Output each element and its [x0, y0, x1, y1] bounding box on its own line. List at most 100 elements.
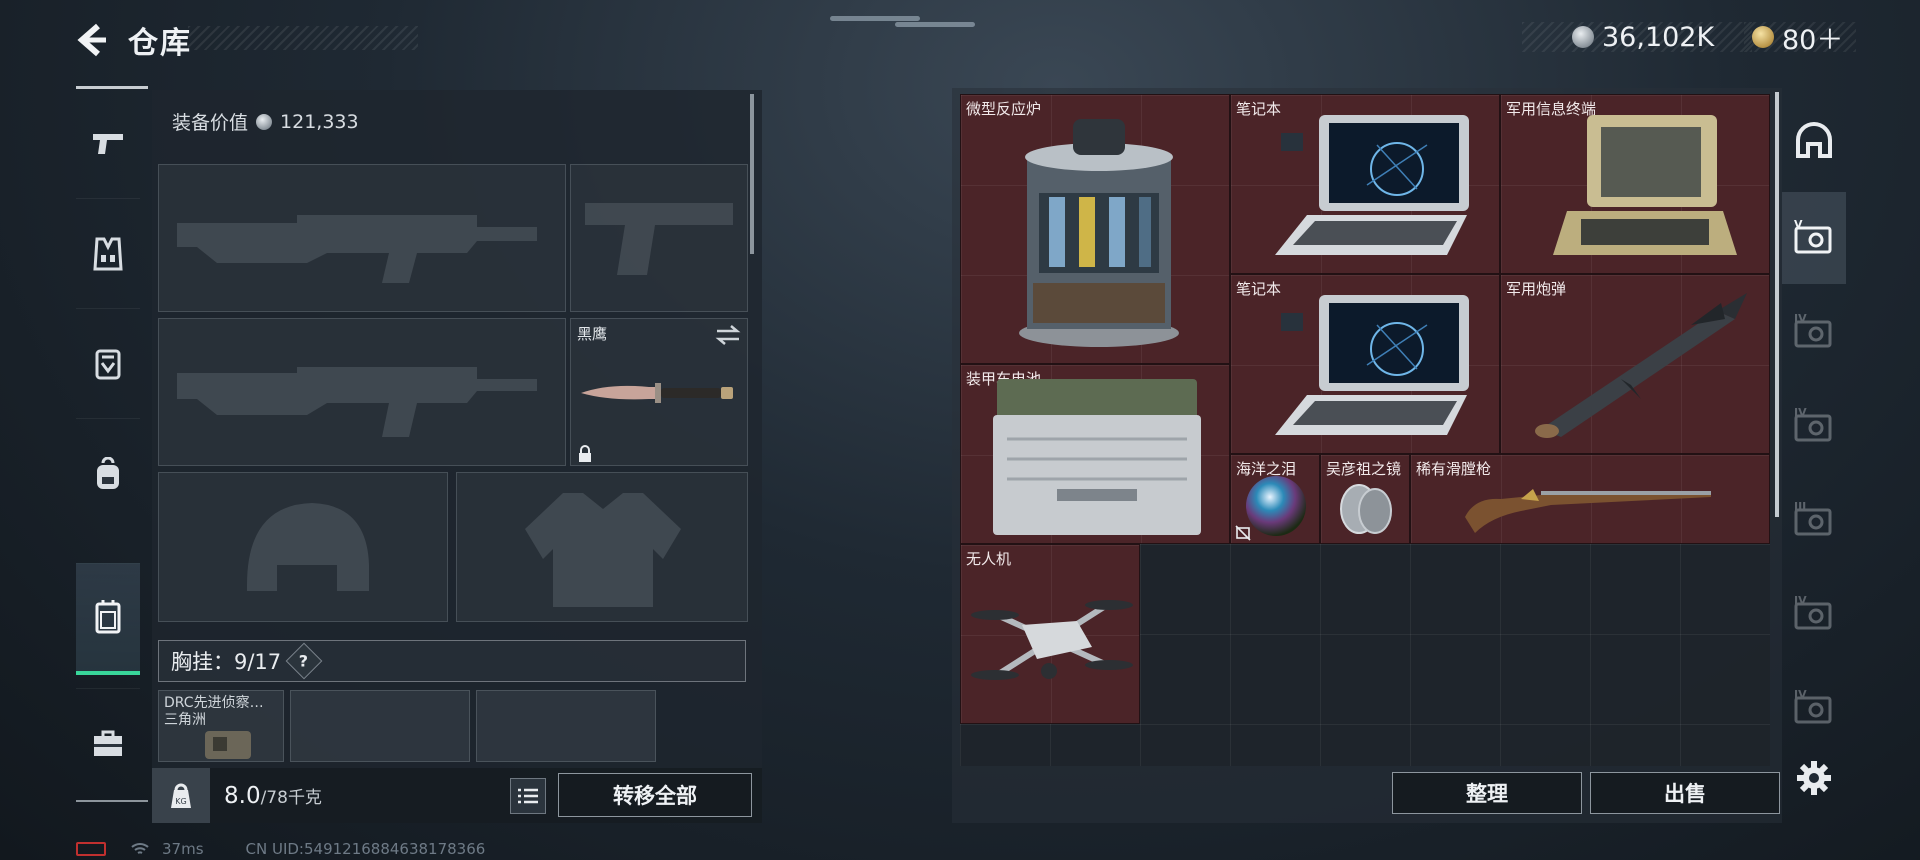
vest-icon	[93, 237, 123, 270]
stash-item-musket[interactable]: 稀有滑膛枪	[1410, 454, 1770, 544]
stash-item-drone[interactable]: 无人机	[960, 544, 1140, 724]
stash-tab-4[interactable]: IV	[1782, 286, 1846, 378]
silver-coin-icon	[256, 113, 273, 130]
nav-tab-chest-rig[interactable]	[76, 563, 140, 675]
stash-item-vehicle-battery[interactable]: 装甲车电池	[960, 364, 1230, 544]
status-bar: 37ms CN UID:5491216884638178366	[76, 838, 485, 860]
user-uid: CN UID:5491216884638178366	[245, 840, 486, 858]
primary-weapon-slot[interactable]	[158, 164, 566, 312]
pouch-item-text: DRC先进侦察… 三角洲	[164, 695, 264, 729]
stash-tabs: V IV IV III IV IV	[1782, 96, 1846, 756]
item-name: 无人机	[966, 550, 1012, 568]
stash-tab-4b[interactable]: IV	[1782, 380, 1846, 472]
stash-tab-4d[interactable]: IV	[1782, 662, 1846, 754]
help-button[interactable]: ?	[285, 642, 323, 680]
chest-rig-capacity: 胸挂：9/17 ?	[158, 640, 746, 682]
tab-tier: IV	[1794, 688, 1807, 701]
tab-tier: IV	[1794, 594, 1807, 607]
transfer-all-button[interactable]: 转移全部	[558, 773, 752, 817]
equipment-value: 装备价值 121,333	[172, 108, 359, 135]
nav-divider	[76, 800, 148, 802]
backpack-icon	[97, 456, 119, 489]
nav-tab-weapons[interactable]	[76, 88, 140, 198]
battery-icon	[76, 842, 106, 856]
ping-value: 37ms	[162, 840, 204, 858]
stash-item-laptop[interactable]: 笔记本	[1230, 94, 1500, 274]
sort-button[interactable]: 整理	[1392, 772, 1582, 814]
case-tab-icon: IV	[1794, 406, 1832, 442]
svg-text:KG: KG	[175, 797, 186, 806]
toolbox-icon	[94, 730, 122, 756]
drone-icon	[971, 600, 1133, 680]
melee-slot[interactable]: 黑鹰	[570, 318, 748, 466]
helmet-silhouette-icon	[247, 503, 369, 591]
gold-currency[interactable]: 80＋	[1744, 22, 1856, 56]
case-tab-icon: IV	[1794, 594, 1832, 630]
swap-icon[interactable]	[715, 325, 741, 345]
case-tab-icon: III	[1794, 500, 1832, 536]
equipment-scrollbar[interactable]	[750, 94, 754, 254]
sell-button[interactable]: 出售	[1590, 772, 1780, 814]
stash-tab-3[interactable]: III	[1782, 474, 1846, 566]
gear-icon	[1797, 761, 1831, 795]
stash-grid: 微型反应炉 笔记本 军用信息终端 笔记本 军用炮弹 海洋之泪 吴彦祖之镜 稀有滑…	[960, 94, 1770, 766]
weight-readout: 8.0/78千克	[224, 783, 322, 809]
nav-tab-armor[interactable]	[76, 308, 140, 418]
title-hatch-decoration	[188, 26, 418, 50]
sidearm-slot[interactable]	[570, 164, 748, 312]
helmet-slot[interactable]	[158, 472, 448, 622]
stash-tab-main[interactable]	[1782, 96, 1846, 188]
back-arrow-icon	[77, 23, 106, 57]
pouch-slot[interactable]	[476, 690, 656, 762]
weight-current: 8.0	[224, 782, 261, 809]
tab-tier: IV	[1794, 406, 1807, 419]
weight-icon: KG	[152, 768, 210, 823]
back-button[interactable]	[74, 22, 110, 58]
stash-item-military-shell[interactable]: 军用炮弹	[1500, 274, 1770, 454]
recon-device-icon	[205, 731, 251, 759]
case-tab-icon: IV	[1794, 312, 1832, 348]
stash-tab-5[interactable]: V	[1782, 192, 1846, 284]
musket-icon	[1465, 489, 1711, 533]
gold-coin-icon	[1752, 26, 1774, 48]
rifle-silhouette-icon	[177, 367, 537, 437]
pouch-item-name: DRC先进侦察…	[164, 695, 264, 711]
gun-icon	[93, 133, 123, 154]
helmet-tab-icon	[1796, 122, 1832, 158]
compact-mirror-icon	[1340, 484, 1392, 534]
background-light-strip	[830, 16, 920, 21]
pistol-silhouette-icon	[585, 203, 733, 275]
stash-item-mirror[interactable]: 吴彦祖之镜	[1320, 454, 1410, 544]
equipment-value-label: 装备价值	[172, 112, 249, 134]
stash-scrollbar[interactable]	[1775, 92, 1779, 517]
stash-item-ocean-tear[interactable]: 海洋之泪	[1230, 454, 1320, 544]
stash-item-laptop[interactable]: 笔记本	[1230, 274, 1500, 454]
case-tab-icon: V	[1794, 218, 1832, 254]
case-tab-icon: IV	[1794, 688, 1832, 724]
nav-tab-vest[interactable]	[76, 198, 140, 308]
pouch-slot[interactable]: DRC先进侦察… 三角洲	[158, 690, 284, 762]
tab-tier: IV	[1794, 312, 1807, 325]
nav-tab-backpack[interactable]	[76, 418, 140, 528]
background-light-strip	[895, 22, 975, 27]
melee-name: 黑鹰	[577, 325, 608, 343]
laptop-icon	[1275, 295, 1469, 435]
page-title: 仓库	[128, 26, 192, 61]
gold-currency-value: 80＋	[1782, 24, 1844, 56]
armor-plate-icon	[95, 349, 121, 379]
secondary-weapon-slot[interactable]	[158, 318, 566, 466]
weight-max: /78千克	[260, 787, 322, 808]
equipment-panel: 装备价值 121,333 黑鹰 胸挂：9/17 ? DRC先进侦察… 三角洲 K…	[152, 90, 762, 823]
list-view-button[interactable]	[510, 778, 546, 814]
pouch-slot[interactable]	[290, 690, 470, 762]
silver-currency: 36,102K	[1522, 21, 1752, 53]
stash-item-micro-reactor[interactable]: 微型反应炉	[960, 94, 1230, 364]
settings-button[interactable]	[1796, 760, 1832, 796]
lock-icon	[579, 445, 591, 462]
stash-item-military-terminal[interactable]: 军用信息终端	[1500, 94, 1770, 274]
stash-tab-4c[interactable]: IV	[1782, 568, 1846, 660]
body-armor-slot[interactable]	[456, 472, 748, 622]
silver-currency-value: 36,102K	[1602, 21, 1715, 53]
item-name: 吴彦祖之镜	[1326, 460, 1402, 478]
nav-tab-case[interactable]	[76, 688, 140, 798]
